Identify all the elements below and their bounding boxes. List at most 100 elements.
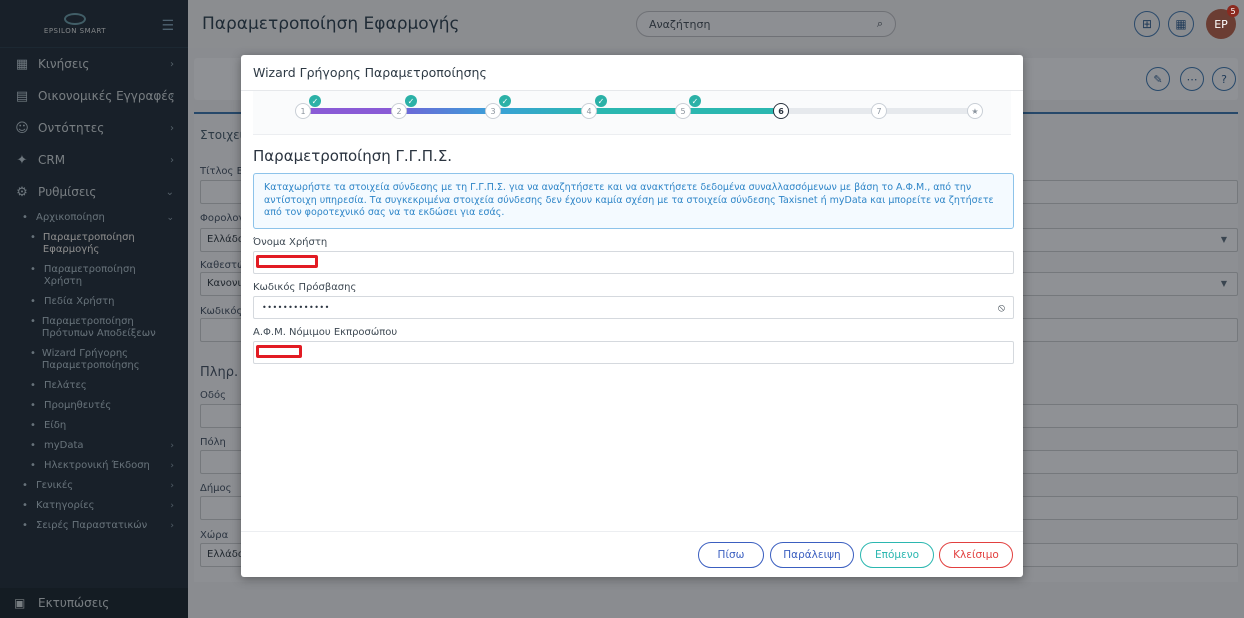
username-field[interactable] — [253, 251, 1014, 274]
chevron-down-icon: ▼ — [1220, 279, 1227, 288]
sidebar-item-rythmiseis[interactable]: ⚙ Ρυθμίσεις ⌄ — [0, 176, 188, 208]
chevron-right-icon: › — [170, 58, 174, 70]
sidebar-sub-label: Προμηθευτές — [44, 400, 112, 411]
logo-text: EPSILON SMART — [43, 26, 107, 35]
chevron-right-icon: › — [170, 122, 174, 134]
sidebar-sub-label: Παραμετροποίηση Πρότυπων Αποδείξεων — [41, 316, 156, 339]
menu-toggle-icon[interactable]: ☰ — [161, 18, 174, 34]
sidebar-sub-label: Παραμετροποίηση Εφαρμογής — [42, 232, 135, 255]
apps-button[interactable]: ⊞ — [1134, 11, 1160, 37]
step-5[interactable]: 5 — [675, 103, 691, 119]
help-button[interactable]: ? — [1212, 67, 1236, 91]
calendar-button[interactable]: ▦ — [1168, 11, 1194, 37]
sidebar-item-kiniseis[interactable]: ▦ Κινήσεις › — [0, 48, 188, 80]
sidebar-sub-genikes[interactable]: • Γενικές › — [0, 476, 188, 496]
sidebar-item-label: Ρυθμίσεις — [38, 185, 97, 199]
gear-icon: ⚙ — [16, 184, 28, 200]
sidebar-sub-label: myData — [44, 440, 84, 451]
calendar-icon: ▦ — [1175, 17, 1187, 31]
search-input[interactable]: Αναζήτηση ⌕ — [636, 11, 896, 37]
username-label: Όνομα Χρήστη — [253, 237, 328, 248]
sidebar-sub-ilektroniki-ekdosi[interactable]: • Ηλεκτρονική Έκδοση › — [0, 456, 188, 476]
sidebar-sub-wizard[interactable]: • Wizard Γρήγορης Παραμετροποίησης — [0, 344, 188, 376]
step-3[interactable]: 3 — [485, 103, 501, 119]
sidebar-sub-label: Αρχικοποίηση — [36, 212, 105, 223]
search-icon: ⌕ — [876, 17, 883, 30]
sidebar-sub-label: Γενικές — [36, 480, 74, 491]
step-track-3 — [493, 108, 589, 114]
sidebar-sub-label: Πελάτες — [44, 380, 87, 391]
redaction-mark — [256, 255, 318, 268]
logo-mark-icon — [64, 12, 86, 25]
step-7[interactable]: 7 — [871, 103, 887, 119]
sidebar-item-crm[interactable]: ✦ CRM › — [0, 144, 188, 176]
step-4-check-icon: ✓ — [595, 95, 607, 107]
next-button[interactable]: Επόμενο — [860, 542, 934, 568]
sidebar-item-label: CRM — [38, 153, 66, 167]
avatar-initials: EP — [1214, 17, 1228, 31]
help-icon: ? — [1221, 72, 1227, 86]
field-label: Χώρα — [200, 530, 229, 541]
step-track-1 — [303, 108, 397, 114]
field-label: Καθεστώ — [200, 260, 246, 271]
printer-icon: ▣ — [14, 596, 26, 610]
sidebar-sub-protipa[interactable]: • Παραμετροποίηση Πρότυπων Αποδείξεων — [0, 312, 188, 344]
crm-icon: ✦ — [16, 152, 28, 168]
more-icon: ⋯ — [1186, 72, 1198, 86]
sidebar-sub-seires[interactable]: • Σειρές Παραστατικών › — [0, 516, 188, 536]
notification-badge: 5 — [1227, 5, 1239, 17]
sidebar-sub-arxikopoiisi[interactable]: • Αρχικοποίηση ⌄ — [0, 208, 188, 228]
step-track-2 — [397, 108, 493, 114]
sidebar-item-label: Κινήσεις — [38, 57, 90, 71]
sidebar-sub-label: Είδη — [44, 420, 67, 431]
chevron-right-icon: › — [170, 90, 174, 102]
close-button[interactable]: Κλείσιμο — [939, 542, 1013, 568]
afm-label: Α.Φ.Μ. Νόμιμου Εκπροσώπου — [253, 327, 398, 338]
password-field[interactable]: ••••••••••••• ⦸ — [253, 296, 1014, 319]
step-finish[interactable]: ★ — [967, 103, 983, 119]
sidebar-logo[interactable]: EPSILON SMART ☰ — [0, 0, 188, 48]
step-2[interactable]: 2 — [391, 103, 407, 119]
avatar[interactable]: EP 5 — [1206, 5, 1239, 39]
sidebar-item-ontotites[interactable]: ☺ Οντότητες › — [0, 112, 188, 144]
sidebar-sub-mydata[interactable]: • myData › — [0, 436, 188, 456]
back-button[interactable]: Πίσω — [698, 542, 764, 568]
sidebar-sub-eidi[interactable]: • Είδη — [0, 416, 188, 436]
step-6[interactable]: 6 — [773, 103, 789, 119]
sidebar-item-label: Οντότητες — [38, 121, 105, 135]
sidebar-sub-katigories[interactable]: • Κατηγορίες › — [0, 496, 188, 516]
chevron-right-icon: › — [170, 501, 174, 511]
sidebar-item-label: Οικονομικές Εγγραφές — [38, 89, 175, 103]
eye-slash-icon[interactable]: ⦸ — [998, 301, 1005, 315]
sidebar-sub-pedia-xristi[interactable]: • Πεδία Χρήστη — [0, 292, 188, 312]
chevron-right-icon: › — [170, 521, 174, 531]
field-label: Οδός — [200, 390, 226, 401]
sidebar-sub-pelates[interactable]: • Πελάτες — [0, 376, 188, 396]
sidebar-sub-label: Ηλεκτρονική Έκδοση — [44, 460, 150, 471]
field-label: Πόλη — [200, 437, 226, 448]
sidebar-sub-label: Παραμετροποίηση Χρήστη — [43, 264, 136, 287]
sidebar-sub-param-xristi[interactable]: • Παραμετροποίηση Χρήστη — [0, 260, 188, 292]
chevron-down-icon: ⌄ — [165, 186, 174, 198]
sidebar-item-ektyposeis[interactable]: ▣ Εκτυπώσεις — [0, 588, 188, 618]
sidebar-sub-promitheftes[interactable]: • Προμηθευτές — [0, 396, 188, 416]
sidebar-sub-label: Κατηγορίες — [36, 500, 95, 511]
step-4[interactable]: 4 — [581, 103, 597, 119]
sidebar-sub-param-efarmogis[interactable]: • Παραμετροποίηση Εφαρμογής — [0, 228, 188, 260]
edit-button[interactable]: ✎ — [1146, 67, 1170, 91]
logo: EPSILON SMART — [20, 8, 130, 40]
field-label: Κωδικός — [200, 306, 243, 317]
step-1[interactable]: 1 — [295, 103, 311, 119]
skip-button[interactable]: Παράλειψη — [770, 542, 854, 568]
sidebar-item-label: Εκτυπώσεις — [38, 596, 110, 610]
afm-field[interactable] — [253, 341, 1014, 364]
redaction-mark — [256, 345, 302, 358]
wizard-stepper: 1 ✓ 2 ✓ 3 ✓ 4 ✓ 5 ✓ 6 7 ★ — [253, 91, 1011, 135]
more-button[interactable]: ⋯ — [1180, 67, 1204, 91]
grid-icon: ⊞ — [1141, 17, 1153, 31]
step-3-check-icon: ✓ — [499, 95, 511, 107]
password-label: Κωδικός Πρόσβασης — [253, 282, 357, 293]
page-title: Παραμετροποίηση Εφαρμογής — [202, 14, 460, 34]
star-icon: ★ — [971, 106, 979, 116]
sidebar-item-oikonomikes[interactable]: ▤ Οικονομικές Εγγραφές › — [0, 80, 188, 112]
